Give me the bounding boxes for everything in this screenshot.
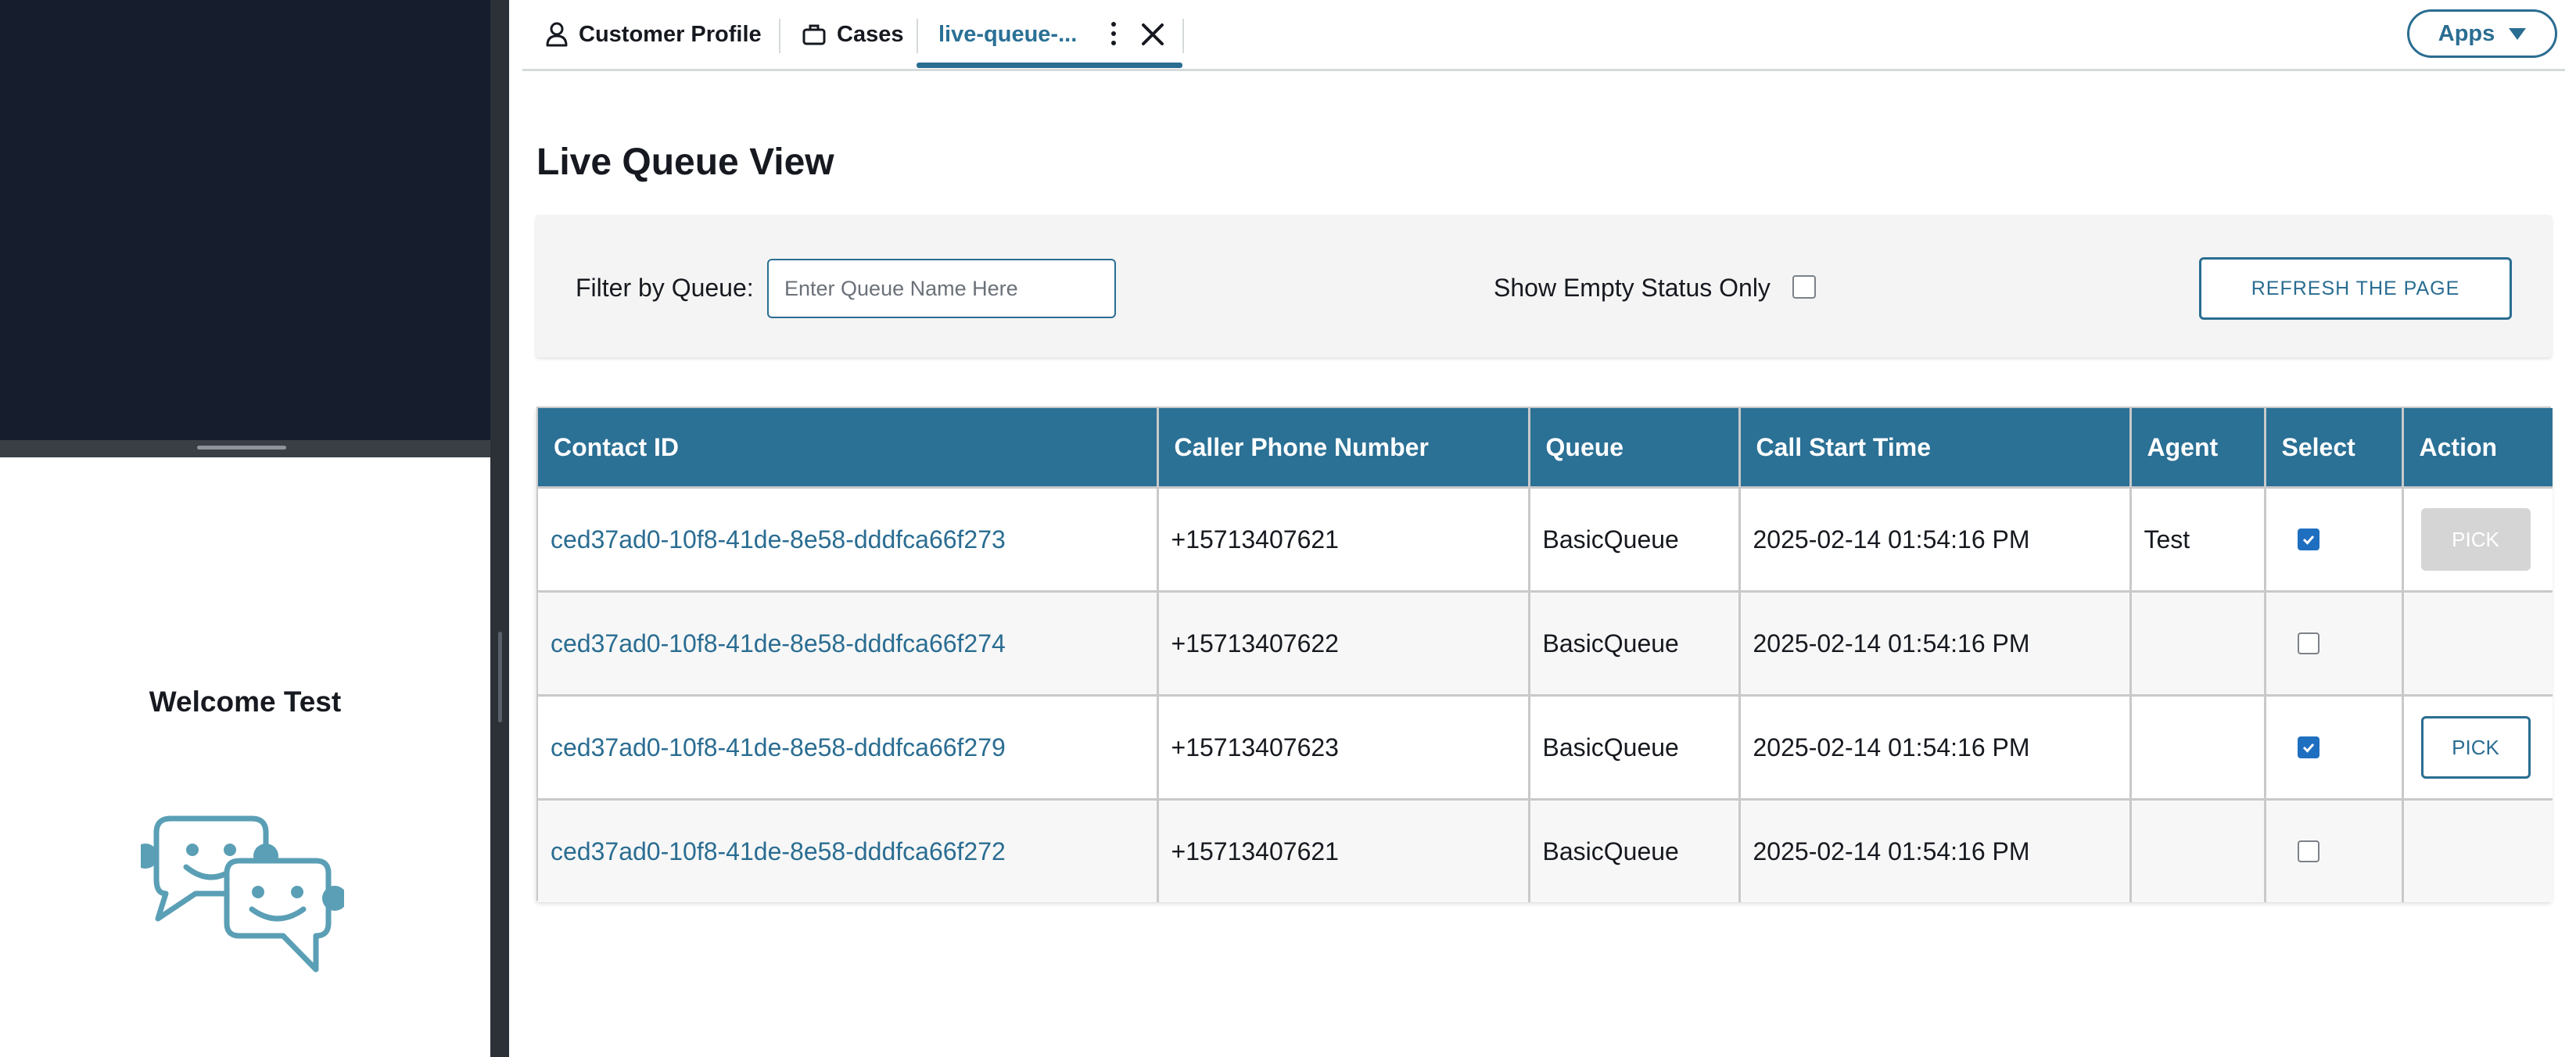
queue-cell: BasicQueue <box>1529 695 1741 801</box>
softphone-panel <box>0 0 490 440</box>
contact-id-link[interactable]: ced37ad0-10f8-41de-8e58-dddfca66f273 <box>551 525 1006 554</box>
caller-phone-cell: +15713407621 <box>1157 487 1530 593</box>
call-start-time-cell: 2025-02-14 01:54:16 PM <box>1739 695 2132 801</box>
tab-cases[interactable]: Cases <box>802 0 903 69</box>
caller-phone-cell: +15713407622 <box>1157 591 1530 697</box>
pick-button[interactable]: PICK <box>2420 716 2531 779</box>
checkmark-icon <box>2302 536 2314 545</box>
refresh-button[interactable]: REFRESH THE PAGE <box>2199 257 2512 320</box>
resize-grip[interactable] <box>197 446 286 450</box>
briefcase-icon <box>802 24 826 45</box>
caret-down-icon <box>2509 27 2527 40</box>
row-select-checkbox[interactable] <box>2297 528 2319 550</box>
filter-label: Filter by Queue: <box>576 274 754 302</box>
panel-resize-bar[interactable] <box>0 440 490 457</box>
empty-status-checkbox[interactable] <box>1792 275 1816 299</box>
queue-cell: BasicQueue <box>1529 487 1741 593</box>
queue-filter-input[interactable] <box>767 259 1116 318</box>
column-header-caller-phone[interactable]: Caller Phone Number <box>1157 408 1530 489</box>
queue-cell: BasicQueue <box>1529 799 1741 902</box>
column-header-action[interactable]: Action <box>2402 408 2553 489</box>
empty-status-label: Show Empty Status Only <box>1494 274 1771 302</box>
table-header-row: Contact ID Caller Phone Number Queue Cal… <box>538 408 2553 489</box>
call-start-time-cell: 2025-02-14 01:54:16 PM <box>1739 591 2132 697</box>
agent-cell <box>2130 695 2266 801</box>
table-row: ced37ad0-10f8-41de-8e58-dddfca66f279 +15… <box>538 695 2553 801</box>
caller-phone-cell: +15713407623 <box>1157 695 1530 801</box>
call-start-time-cell: 2025-02-14 01:54:16 PM <box>1739 799 2132 902</box>
agent-cell <box>2130 799 2266 902</box>
welcome-text: Welcome Test <box>149 686 342 718</box>
contact-id-link[interactable]: ced37ad0-10f8-41de-8e58-dddfca66f274 <box>551 629 1006 657</box>
action-cell <box>2402 799 2553 902</box>
column-header-agent[interactable]: Agent <box>2130 408 2266 489</box>
apps-button[interactable]: Apps <box>2407 9 2557 58</box>
checkmark-icon <box>2302 743 2314 753</box>
caller-phone-cell: +15713407621 <box>1157 799 1530 902</box>
agent-cell: Test <box>2130 487 2266 593</box>
row-select-checkbox[interactable] <box>2297 840 2319 862</box>
contact-id-link[interactable]: ced37ad0-10f8-41de-8e58-dddfca66f279 <box>551 733 1006 761</box>
row-select-checkbox[interactable] <box>2297 632 2319 654</box>
tab-label: Customer Profile <box>579 21 762 47</box>
column-header-contact-id[interactable]: Contact ID <box>538 408 1159 489</box>
table-row: ced37ad0-10f8-41de-8e58-dddfca66f274 +15… <box>538 591 2553 697</box>
queue-cell: BasicQueue <box>1529 591 1741 697</box>
tab-live-queue[interactable]: live-queue-... <box>938 0 1077 69</box>
live-queue-table: Contact ID Caller Phone Number Queue Cal… <box>536 407 2553 902</box>
pick-button[interactable]: PICK <box>2420 508 2531 571</box>
table-row: ced37ad0-10f8-41de-8e58-dddfca66f273 +15… <box>538 487 2553 593</box>
agent-cell <box>2130 591 2266 697</box>
tab-label: Cases <box>837 21 904 47</box>
apps-label: Apps <box>2438 20 2495 46</box>
panel-divider[interactable] <box>490 0 509 1057</box>
tab-separator <box>917 19 918 53</box>
user-icon <box>546 22 568 47</box>
tab-separator <box>1182 19 1184 53</box>
column-header-call-start-time[interactable]: Call Start Time <box>1739 408 2132 489</box>
tab-customer-profile[interactable]: Customer Profile <box>546 0 762 69</box>
tab-label: live-queue-... <box>938 21 1078 47</box>
row-select-checkbox[interactable] <box>2297 736 2319 758</box>
table-row: ced37ad0-10f8-41de-8e58-dddfca66f272 +15… <box>538 799 2553 902</box>
chat-bubbles-icon <box>141 815 344 973</box>
tab-more-options-icon[interactable] <box>1106 17 1121 52</box>
contact-id-link[interactable]: ced37ad0-10f8-41de-8e58-dddfca66f272 <box>551 837 1006 865</box>
column-header-queue[interactable]: Queue <box>1529 408 1741 489</box>
action-cell <box>2402 591 2553 697</box>
call-start-time-cell: 2025-02-14 01:54:16 PM <box>1739 487 2132 593</box>
active-tab-indicator <box>917 63 1182 68</box>
close-icon[interactable] <box>1138 20 1168 49</box>
column-header-select[interactable]: Select <box>2265 408 2404 489</box>
page-title: Live Queue View <box>536 142 834 183</box>
tab-separator <box>779 19 780 53</box>
divider-handle[interactable] <box>498 632 502 722</box>
